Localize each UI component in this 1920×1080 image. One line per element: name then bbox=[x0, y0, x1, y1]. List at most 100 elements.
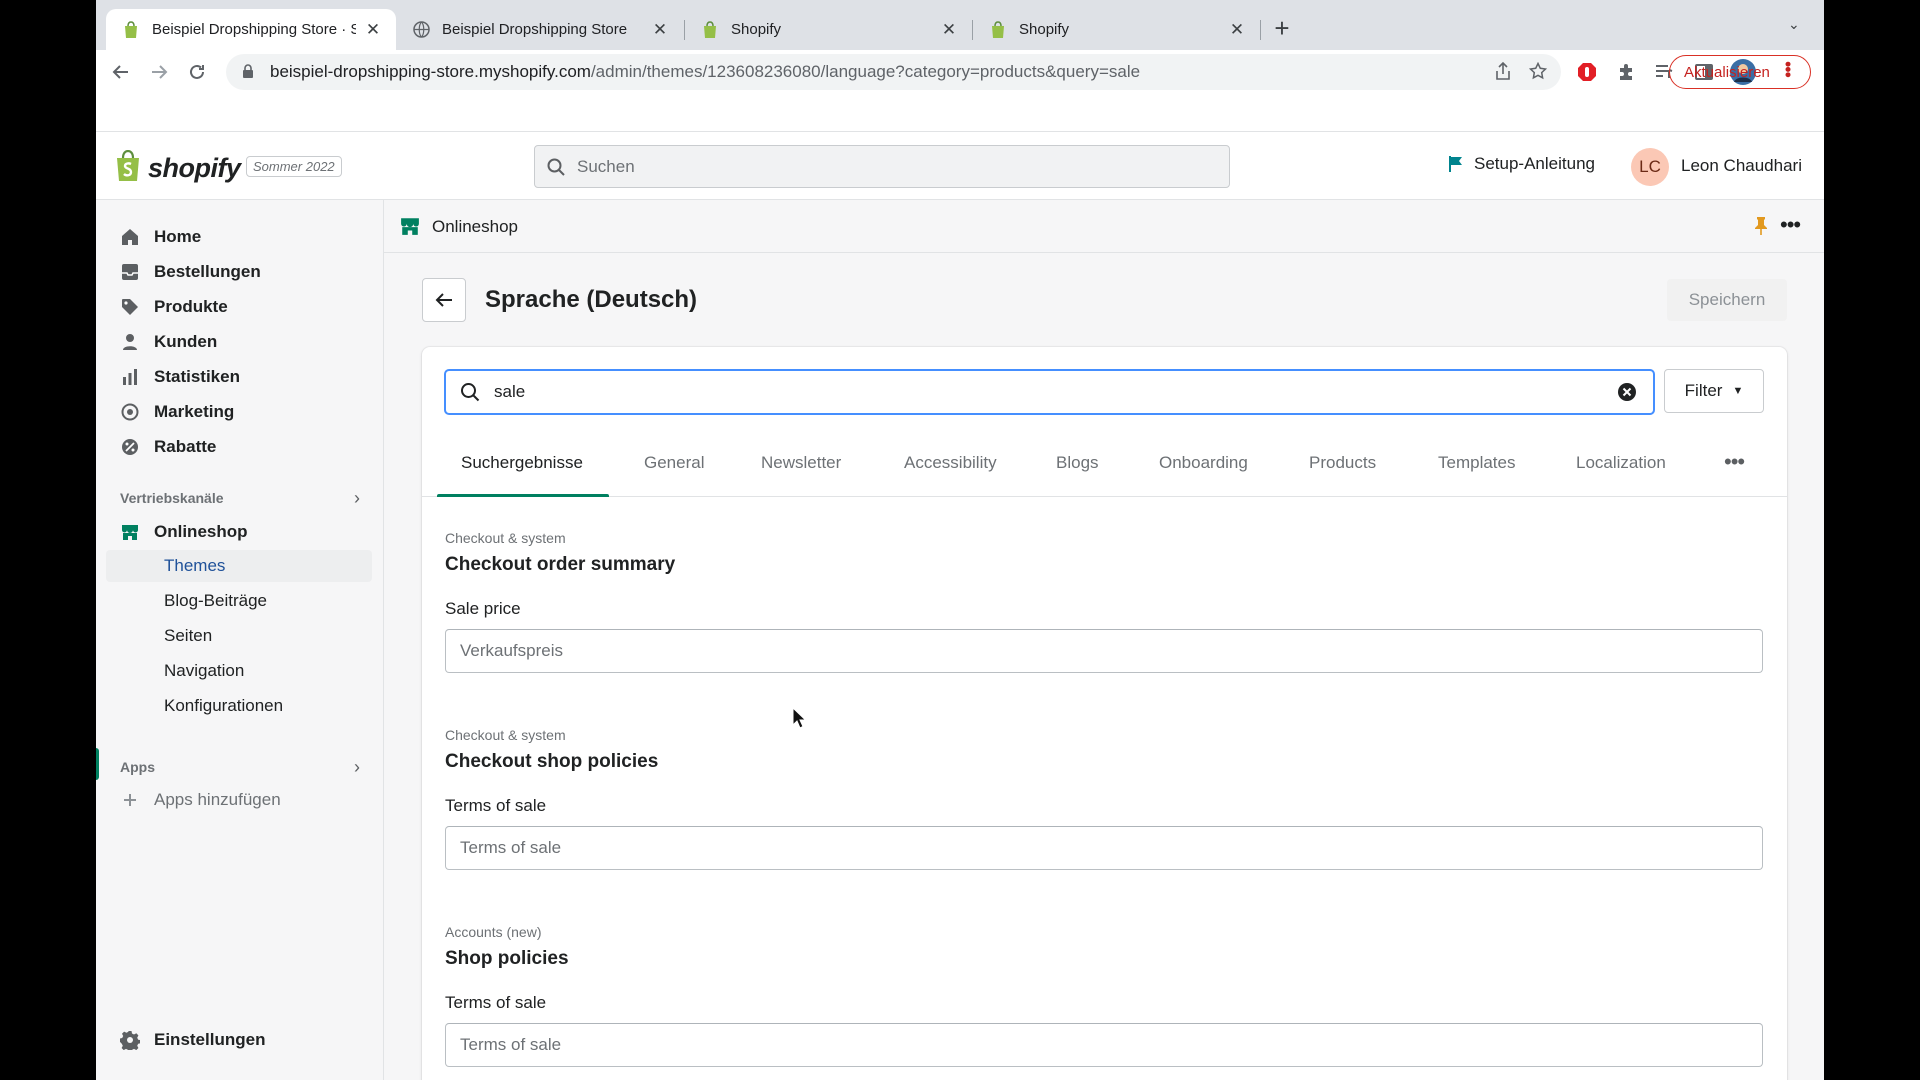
user-name[interactable]: Leon Chaudhari bbox=[1681, 156, 1802, 176]
more-tabs-icon[interactable]: ••• bbox=[1724, 449, 1745, 475]
screen: Beispiel Dropshipping Store · S ✕ Beispi… bbox=[96, 0, 1824, 1080]
address-bar[interactable]: beispiel-dropshipping-store.myshopify.co… bbox=[226, 54, 1561, 90]
sidebar-item-add-apps[interactable]: Apps hinzufügen bbox=[106, 784, 372, 816]
active-tab-indicator bbox=[437, 494, 609, 497]
app-bar: Onlineshop ••• bbox=[384, 200, 1824, 253]
sidebar-item-navigation[interactable]: Navigation bbox=[106, 655, 372, 687]
sidebar-item-blog-posts[interactable]: Blog-Beiträge bbox=[106, 585, 372, 617]
page-title: Sprache (Deutsch) bbox=[485, 286, 698, 313]
shopify-bag-icon bbox=[701, 20, 719, 39]
store-icon bbox=[400, 216, 420, 241]
gear-icon bbox=[120, 1031, 140, 1050]
globe-icon bbox=[412, 21, 430, 39]
browser-toolbar: beispiel-dropshipping-store.myshopify.co… bbox=[96, 50, 1824, 94]
app-name: Onlineshop bbox=[432, 217, 519, 236]
setup-guide-button[interactable]: Setup-Anleitung bbox=[1448, 154, 1595, 174]
group-title: Shop policies bbox=[445, 948, 569, 969]
share-icon[interactable] bbox=[1495, 61, 1511, 85]
back-arrow-icon[interactable] bbox=[106, 57, 136, 87]
arrow-left-icon bbox=[435, 293, 452, 307]
translation-search-field[interactable] bbox=[444, 369, 1655, 415]
sidebar-item-preferences[interactable]: Konfigurationen bbox=[106, 690, 372, 722]
bookmark-star-icon[interactable] bbox=[1528, 61, 1548, 85]
translation-search-input[interactable] bbox=[494, 382, 1594, 402]
puzzle-extensions-icon[interactable] bbox=[1615, 61, 1637, 83]
translation-group: Accounts (new) Shop policies Terms of sa… bbox=[445, 924, 1763, 1067]
close-icon[interactable]: ✕ bbox=[1228, 20, 1246, 40]
translation-field[interactable]: Terms of sale bbox=[445, 826, 1763, 870]
close-icon[interactable]: ✕ bbox=[940, 20, 958, 40]
forward-arrow-icon[interactable] bbox=[144, 57, 174, 87]
adblock-extension-icon[interactable] bbox=[1576, 61, 1598, 83]
sidebar-item-themes[interactable]: Themes bbox=[106, 550, 372, 582]
update-button[interactable]: Aktualisieren ••• bbox=[1669, 55, 1811, 89]
chevron-right-icon[interactable]: › bbox=[354, 757, 360, 778]
pin-icon[interactable] bbox=[1754, 216, 1768, 241]
edition-badge[interactable]: Sommer 2022 bbox=[246, 156, 342, 177]
chrome-menu-icon[interactable]: ••• bbox=[1778, 61, 1798, 77]
shopify-bag-icon bbox=[989, 20, 1007, 39]
translation-field[interactable]: Verkaufspreis bbox=[445, 629, 1763, 673]
url-host: beispiel-dropshipping-store.myshopify.co… bbox=[270, 62, 591, 81]
bar-chart-icon bbox=[120, 367, 140, 387]
translation-field[interactable]: Terms of sale bbox=[445, 1023, 1763, 1067]
sidebar-item-orders[interactable]: Bestellungen bbox=[106, 256, 372, 288]
group-title: Checkout shop policies bbox=[445, 751, 659, 772]
group-category: Accounts (new) bbox=[445, 924, 542, 940]
tab-accessibility[interactable]: Accessibility bbox=[904, 453, 997, 473]
tab-search-button[interactable]: ⌄ bbox=[1788, 16, 1800, 33]
flag-icon bbox=[1449, 156, 1462, 172]
filter-button[interactable]: Filter ▼ bbox=[1664, 369, 1764, 413]
field-label: Terms of sale bbox=[445, 993, 547, 1012]
translation-group: Checkout & system Checkout order summary… bbox=[445, 530, 1763, 673]
translations-card: Filter ▼ Suchergebnisse General Newslett… bbox=[422, 347, 1787, 1080]
category-tabs: Suchergebnisse General Newsletter Access… bbox=[422, 431, 1787, 497]
close-icon[interactable]: ✕ bbox=[651, 20, 669, 40]
clear-icon[interactable] bbox=[1617, 382, 1637, 407]
shopify-bag-icon bbox=[114, 149, 142, 187]
sidebar-item-marketing[interactable]: Marketing bbox=[106, 396, 372, 428]
tab-templates[interactable]: Templates bbox=[1438, 453, 1515, 473]
chevron-right-icon[interactable]: › bbox=[354, 488, 360, 509]
sidebar-item-discounts[interactable]: Rabatte bbox=[106, 431, 372, 463]
translation-group: Checkout & system Checkout shop policies… bbox=[445, 727, 1763, 870]
sidebar-item-onlineshop[interactable]: Onlineshop bbox=[106, 516, 372, 548]
browser-tab-1[interactable]: Beispiel Dropshipping Store · S ✕ bbox=[106, 9, 396, 50]
target-icon bbox=[120, 402, 140, 422]
inbox-icon bbox=[120, 262, 140, 282]
tab-products[interactable]: Products bbox=[1309, 453, 1376, 473]
save-button[interactable]: Speichern bbox=[1667, 279, 1787, 321]
sidebar-item-customers[interactable]: Kunden bbox=[106, 326, 372, 358]
browser-tab-3[interactable]: Shopify ✕ bbox=[685, 9, 972, 50]
tab-localization[interactable]: Localization bbox=[1576, 453, 1666, 473]
sidebar-item-analytics[interactable]: Statistiken bbox=[106, 361, 372, 393]
group-category: Checkout & system bbox=[445, 727, 566, 743]
shopify-logo[interactable]: shopify bbox=[114, 149, 241, 187]
sales-channels-heading[interactable]: Vertriebskanäle › bbox=[120, 488, 360, 509]
shopify-topbar: shopify Sommer 2022 Suchen Setup-Anleitu… bbox=[96, 132, 1824, 200]
tab-onboarding[interactable]: Onboarding bbox=[1159, 453, 1248, 473]
sidebar-item-home[interactable]: Home bbox=[106, 221, 372, 253]
back-button[interactable] bbox=[422, 278, 466, 322]
reload-icon[interactable] bbox=[182, 57, 212, 87]
sidebar-item-settings[interactable]: Einstellungen bbox=[120, 1030, 265, 1050]
url-path: /admin/themes/123608236080/language?cate… bbox=[590, 62, 1141, 81]
tab-separator bbox=[1260, 20, 1261, 40]
sidebar-item-pages[interactable]: Seiten bbox=[106, 620, 372, 652]
browser-tab-2[interactable]: Beispiel Dropshipping Store ✕ bbox=[396, 9, 683, 50]
global-search-input[interactable]: Suchen bbox=[534, 145, 1230, 188]
sidebar-item-products[interactable]: Produkte bbox=[106, 291, 372, 323]
tab-general[interactable]: General bbox=[644, 453, 704, 473]
apps-heading[interactable]: Apps › bbox=[120, 757, 360, 778]
browser-tab-4[interactable]: Shopify ✕ bbox=[973, 9, 1260, 50]
main-content: Onlineshop ••• Sprache (Deutsch) Speiche… bbox=[384, 200, 1824, 1080]
home-icon bbox=[120, 227, 140, 247]
close-icon[interactable]: ✕ bbox=[364, 20, 382, 40]
tab-blogs[interactable]: Blogs bbox=[1056, 453, 1099, 473]
new-tab-button[interactable]: + bbox=[1266, 13, 1298, 45]
tab-search-results[interactable]: Suchergebnisse bbox=[461, 453, 583, 473]
tab-newsletter[interactable]: Newsletter bbox=[761, 453, 841, 473]
more-actions-icon[interactable]: ••• bbox=[1780, 212, 1801, 238]
avatar[interactable]: LC bbox=[1631, 148, 1669, 186]
store-icon bbox=[120, 522, 140, 542]
